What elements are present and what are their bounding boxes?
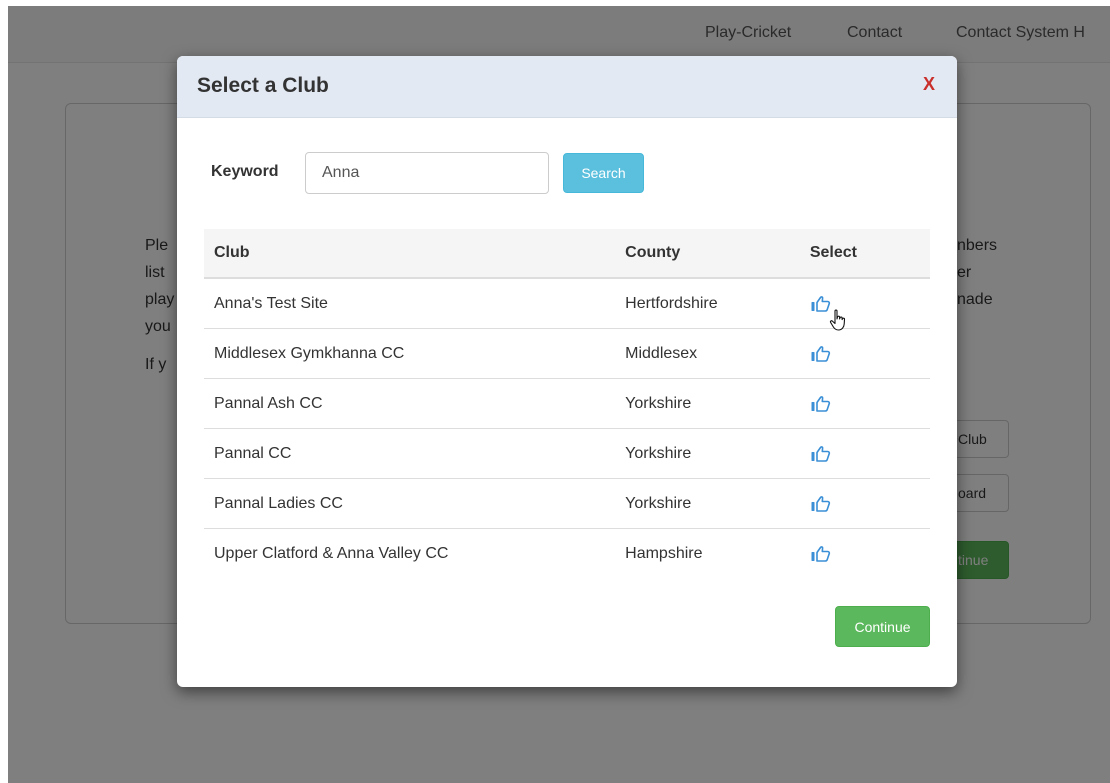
- select-cell: [799, 378, 930, 429]
- select-cell: [799, 278, 930, 329]
- keyword-input[interactable]: [305, 152, 549, 194]
- continue-button[interactable]: Continue: [835, 606, 930, 647]
- search-button[interactable]: Search: [563, 153, 644, 193]
- table-row: Pannal Ladies CC Yorkshire: [204, 478, 930, 529]
- club-name-cell: Pannal Ladies CC: [204, 478, 616, 529]
- table-row: Pannal CC Yorkshire: [204, 428, 930, 479]
- county-cell: Yorkshire: [615, 428, 800, 479]
- club-name-cell: Anna's Test Site: [204, 278, 616, 329]
- county-cell: Yorkshire: [615, 478, 800, 529]
- select-cell: [799, 428, 930, 479]
- close-button[interactable]: X: [923, 74, 935, 95]
- club-name-cell: Pannal CC: [204, 428, 616, 479]
- select-cell: [799, 328, 930, 379]
- table-row: Pannal Ash CC Yorkshire: [204, 378, 930, 429]
- thumbs-up-icon[interactable]: [810, 444, 832, 464]
- table-row: Upper Clatford & Anna Valley CC Hampshir…: [204, 529, 930, 579]
- hand-pointer-icon: [829, 309, 846, 331]
- thumbs-up-icon[interactable]: [810, 494, 832, 514]
- club-name-cell: Pannal Ash CC: [204, 378, 616, 429]
- table-row: Anna's Test Site Hertfordshire: [204, 278, 930, 329]
- column-header-select: Select: [799, 229, 930, 279]
- thumbs-up-icon[interactable]: [810, 544, 832, 564]
- table-header-row: Club County Select: [204, 229, 930, 279]
- keyword-label: Keyword: [211, 163, 279, 180]
- thumbs-up-icon[interactable]: [810, 344, 832, 364]
- modal-title: Select a Club: [197, 74, 329, 97]
- county-cell: Middlesex: [615, 328, 800, 379]
- select-cell: [799, 478, 930, 529]
- club-name-cell: Middlesex Gymkhanna CC: [204, 328, 616, 379]
- club-name-cell: Upper Clatford & Anna Valley CC: [214, 544, 449, 562]
- county-cell: Hertfordshire: [615, 278, 800, 329]
- modal-header: Select a Club X: [177, 56, 957, 118]
- column-header-county: County: [615, 229, 800, 279]
- thumbs-up-icon[interactable]: [810, 394, 832, 414]
- column-header-club: Club: [204, 229, 616, 279]
- club-results-table: Club County Select Anna's Test Site Hert…: [204, 229, 930, 578]
- select-club-modal: Select a Club X Keyword Search Club Coun…: [177, 56, 957, 687]
- select-cell: [800, 529, 930, 579]
- table-row: Middlesex Gymkhanna CC Middlesex: [204, 328, 930, 379]
- county-cell: Yorkshire: [615, 378, 800, 429]
- county-cell: Hampshire: [625, 544, 703, 562]
